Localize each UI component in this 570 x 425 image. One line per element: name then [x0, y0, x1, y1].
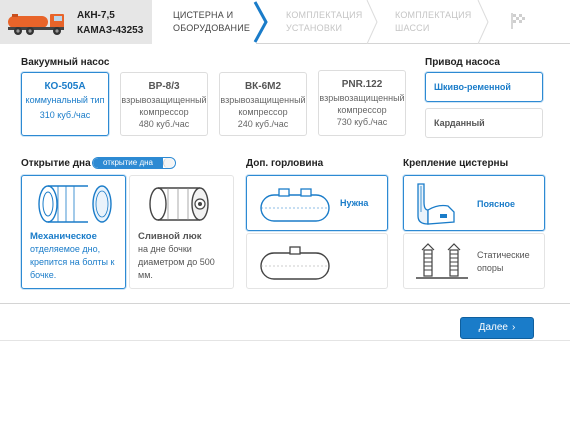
toggle-knob	[163, 158, 174, 168]
chevron-right-icon: ›	[511, 322, 516, 333]
pump-name: ВР-8/3	[148, 81, 180, 92]
mount-option-belt[interactable]: Поясное	[403, 175, 545, 231]
pump-option-vr83[interactable]: ВР-8/3 взрывозащищенный компрессор 480 к…	[120, 72, 208, 136]
bottom-option-name: Механическое	[30, 231, 97, 242]
pump-desc: компрессор	[139, 107, 189, 117]
pump-name: КО-505А	[44, 81, 86, 92]
mount-option-static-supports[interactable]: Статические опоры	[403, 233, 545, 289]
step-separator-icon	[477, 0, 489, 44]
footer-bottom-divider	[0, 340, 570, 341]
step-installation[interactable]: Комплектация установки	[267, 0, 369, 44]
pump-capacity: 480 куб./час	[138, 119, 190, 129]
mount-option-label: Статические опоры	[477, 249, 530, 275]
bottom-section-title: Открытие дна	[21, 158, 91, 169]
bottom-option-text: Механическое отделяемое дно, крепится на…	[30, 230, 122, 282]
vehicle-model: АКН-7,5	[77, 10, 115, 21]
static-supports-icon	[416, 243, 468, 279]
bottom-option-drain-hatch[interactable]: Сливной люк на дне бочки диаметром до 50…	[129, 175, 234, 289]
belt-mount-icon	[417, 183, 455, 225]
mount-label-line1: Статические	[477, 250, 530, 260]
drive-option-cardan[interactable]: Карданный	[425, 108, 543, 138]
pump-section-title: Вакуумный насос	[21, 57, 110, 68]
drive-section-title: Привод насоса	[425, 57, 500, 68]
bottom-option-desc: на дне бочки диаметром до 500 мм.	[138, 244, 215, 280]
pump-desc: взрывозащищенный	[319, 93, 405, 103]
pump-capacity: 730 куб./час	[336, 117, 388, 127]
pump-desc: коммунальный тип	[25, 95, 105, 105]
mount-label-line2: опоры	[477, 263, 504, 273]
step-label-line1: Цистерна и	[173, 10, 234, 20]
finish-flag-icon[interactable]	[510, 12, 526, 30]
step-label-line1: Комплектация	[286, 10, 363, 20]
bottom-option-desc: отделяемое дно, крепится на болты к бочк…	[30, 244, 115, 280]
pump-desc: взрывозащищенный	[220, 95, 306, 105]
pump-desc: взрывозащищенный	[121, 95, 207, 105]
mount-option-label: Поясное	[477, 199, 516, 209]
pump-name: PNR.122	[341, 79, 383, 90]
step-tank-equipment[interactable]: Цистерна и оборудование	[152, 0, 256, 44]
step-label-line1: Комплектация	[395, 10, 472, 20]
step-label-line2: оборудование	[173, 23, 251, 33]
vehicle-chassis: КАМАЗ-43253	[77, 25, 144, 36]
step-label-line2: шасси	[395, 23, 430, 33]
wizard-header: АКН-7,5 КАМАЗ-43253 Цистерна и оборудова…	[0, 0, 570, 44]
neck-option-label: Нужна	[340, 198, 369, 208]
bottom-option-text: Сливной люк на дне бочки диаметром до 50…	[138, 230, 230, 282]
bottom-option-mechanical[interactable]: Механическое отделяемое дно, крепится на…	[21, 175, 126, 289]
pump-option-ko505a[interactable]: КО-505А коммунальный тип 310 куб./час	[21, 72, 109, 136]
drain-hatch-icon	[149, 187, 209, 221]
bottom-opening-toggle[interactable]: открытие дна	[92, 157, 176, 169]
mount-section-title: Крепление цистерны	[403, 158, 509, 169]
toggle-label: открытие дна	[93, 158, 163, 168]
pump-capacity: 240 куб./час	[237, 119, 289, 129]
next-button-label: Далее	[478, 322, 508, 333]
pump-desc: компрессор	[337, 105, 387, 115]
neck-section-title: Доп. горловина	[246, 158, 324, 169]
drive-option-belt[interactable]: Шкиво-ременной	[425, 72, 543, 102]
pump-capacity: 310 куб./час	[39, 110, 91, 120]
pump-desc: компрессор	[238, 107, 288, 117]
step-chassis[interactable]: Комплектация шасси	[378, 0, 480, 44]
pump-option-pnr122[interactable]: PNR.122 взрывозащищенный компрессор 730 …	[318, 70, 406, 136]
pump-option-vk6m2[interactable]: ВК-6М2 взрывозащищенный компрессор 240 к…	[219, 72, 307, 136]
neck-option-none[interactable]	[246, 233, 388, 289]
truck-icon	[8, 14, 64, 35]
detachable-bottom-icon	[38, 185, 112, 223]
bottom-option-name: Сливной люк	[138, 231, 202, 242]
step-label-line2: установки	[286, 23, 343, 33]
neck-option-needed[interactable]: Нужна	[246, 175, 388, 231]
footer-divider	[0, 303, 570, 304]
tank-without-neck-icon	[260, 246, 330, 280]
step-separator-icon	[366, 0, 378, 44]
vehicle-summary: АКН-7,5 КАМАЗ-43253	[0, 0, 152, 44]
vehicle-title: АКН-7,5 КАМАЗ-43253	[77, 8, 143, 38]
pump-name: ВК-6М2	[244, 81, 282, 92]
next-button[interactable]: Далее ›	[460, 317, 534, 339]
tank-with-neck-icon	[260, 188, 330, 222]
